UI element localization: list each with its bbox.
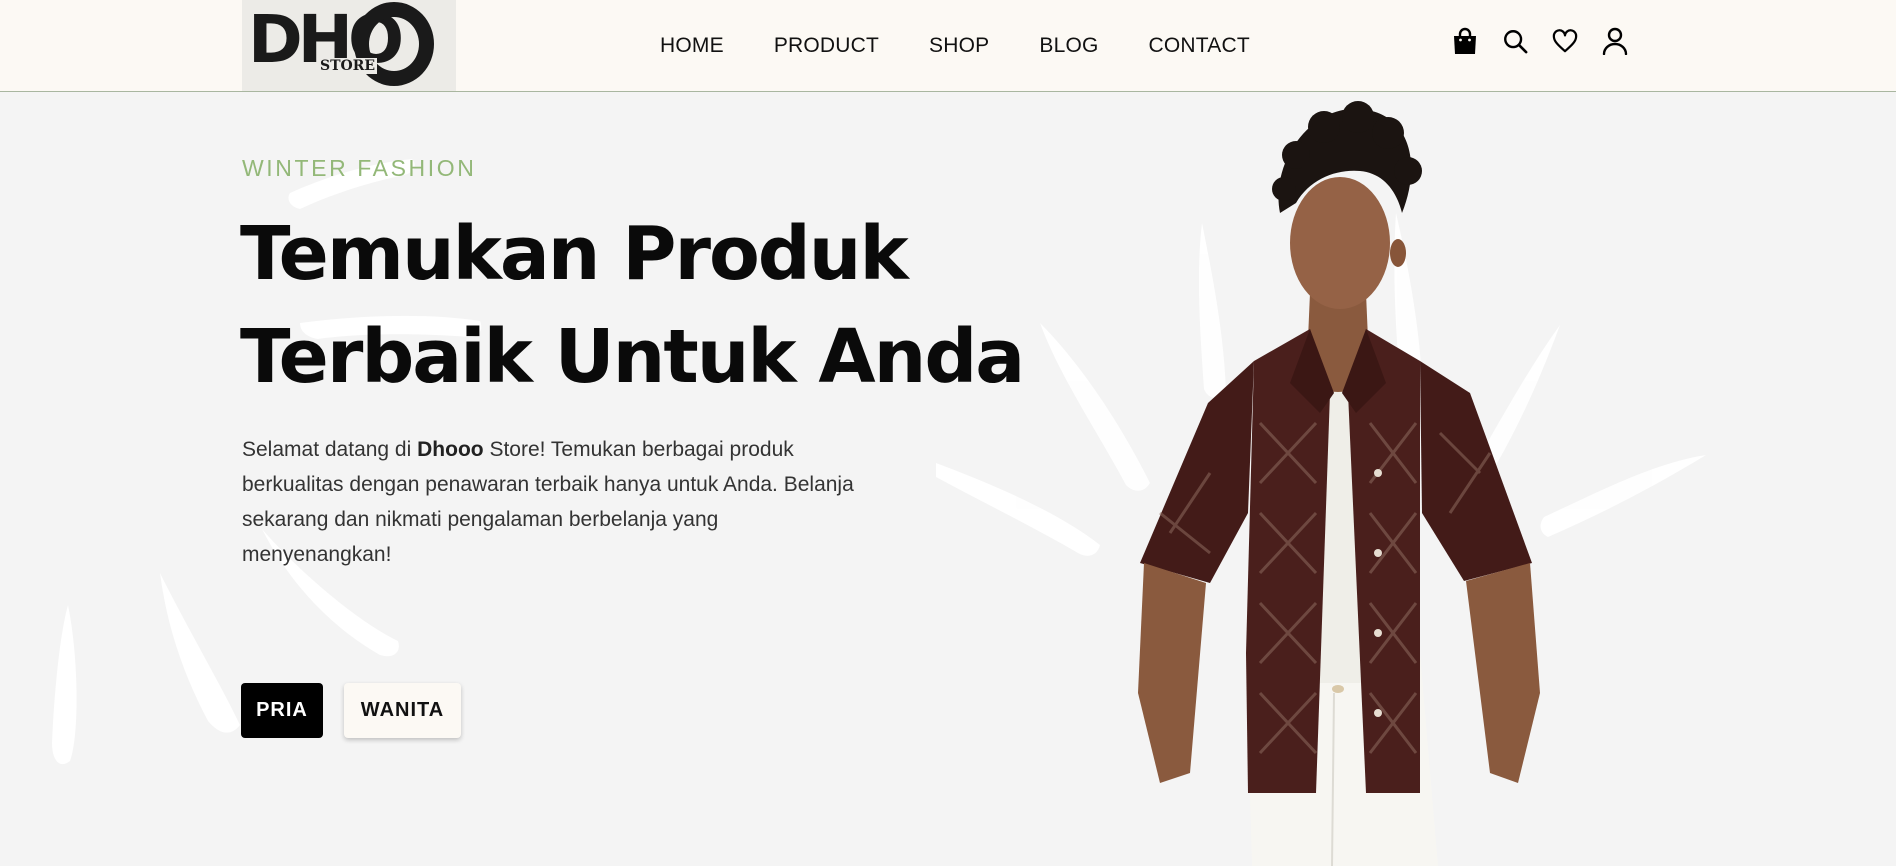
description-brand: Dhooo [417, 438, 484, 461]
nav-home[interactable]: HOME [660, 34, 724, 58]
hero-model-image [1138, 101, 1540, 866]
brand-logo[interactable]: DHO STORE [242, 0, 456, 91]
nav-blog[interactable]: BLOG [1039, 34, 1098, 58]
women-button[interactable]: WANITA [344, 683, 461, 738]
shopping-bag-icon[interactable] [1452, 26, 1478, 56]
logo-subtitle: STORE [318, 58, 378, 74]
user-icon[interactable] [1602, 26, 1628, 56]
site-header: DHO STORE HOME PRODUCT SHOP BLOG CONTACT [0, 0, 1896, 92]
hero-section: WINTER FASHION Temukan Produk Terbaik Un… [0, 93, 1896, 866]
nav-contact[interactable]: CONTACT [1149, 34, 1250, 58]
nav-shop[interactable]: SHOP [929, 34, 989, 58]
description-intro: Selamat datang di [242, 438, 418, 461]
hero-headline: Temukan Produk Terbaik Untuk Anda [240, 203, 1025, 409]
search-icon[interactable] [1502, 26, 1528, 56]
header-icons [1452, 26, 1628, 56]
hero-description: Selamat datang di Dhooo Store! Temukan b… [242, 432, 862, 572]
men-button[interactable]: PRIA [241, 683, 323, 738]
headline-line-1: Temukan Produk [240, 211, 909, 297]
headline-line-2: Terbaik Untuk Anda [240, 314, 1025, 400]
main-nav: HOME PRODUCT SHOP BLOG CONTACT [660, 0, 1300, 92]
hero-eyebrow: WINTER FASHION [242, 155, 477, 181]
heart-icon[interactable] [1552, 26, 1578, 56]
nav-product[interactable]: PRODUCT [774, 34, 879, 58]
